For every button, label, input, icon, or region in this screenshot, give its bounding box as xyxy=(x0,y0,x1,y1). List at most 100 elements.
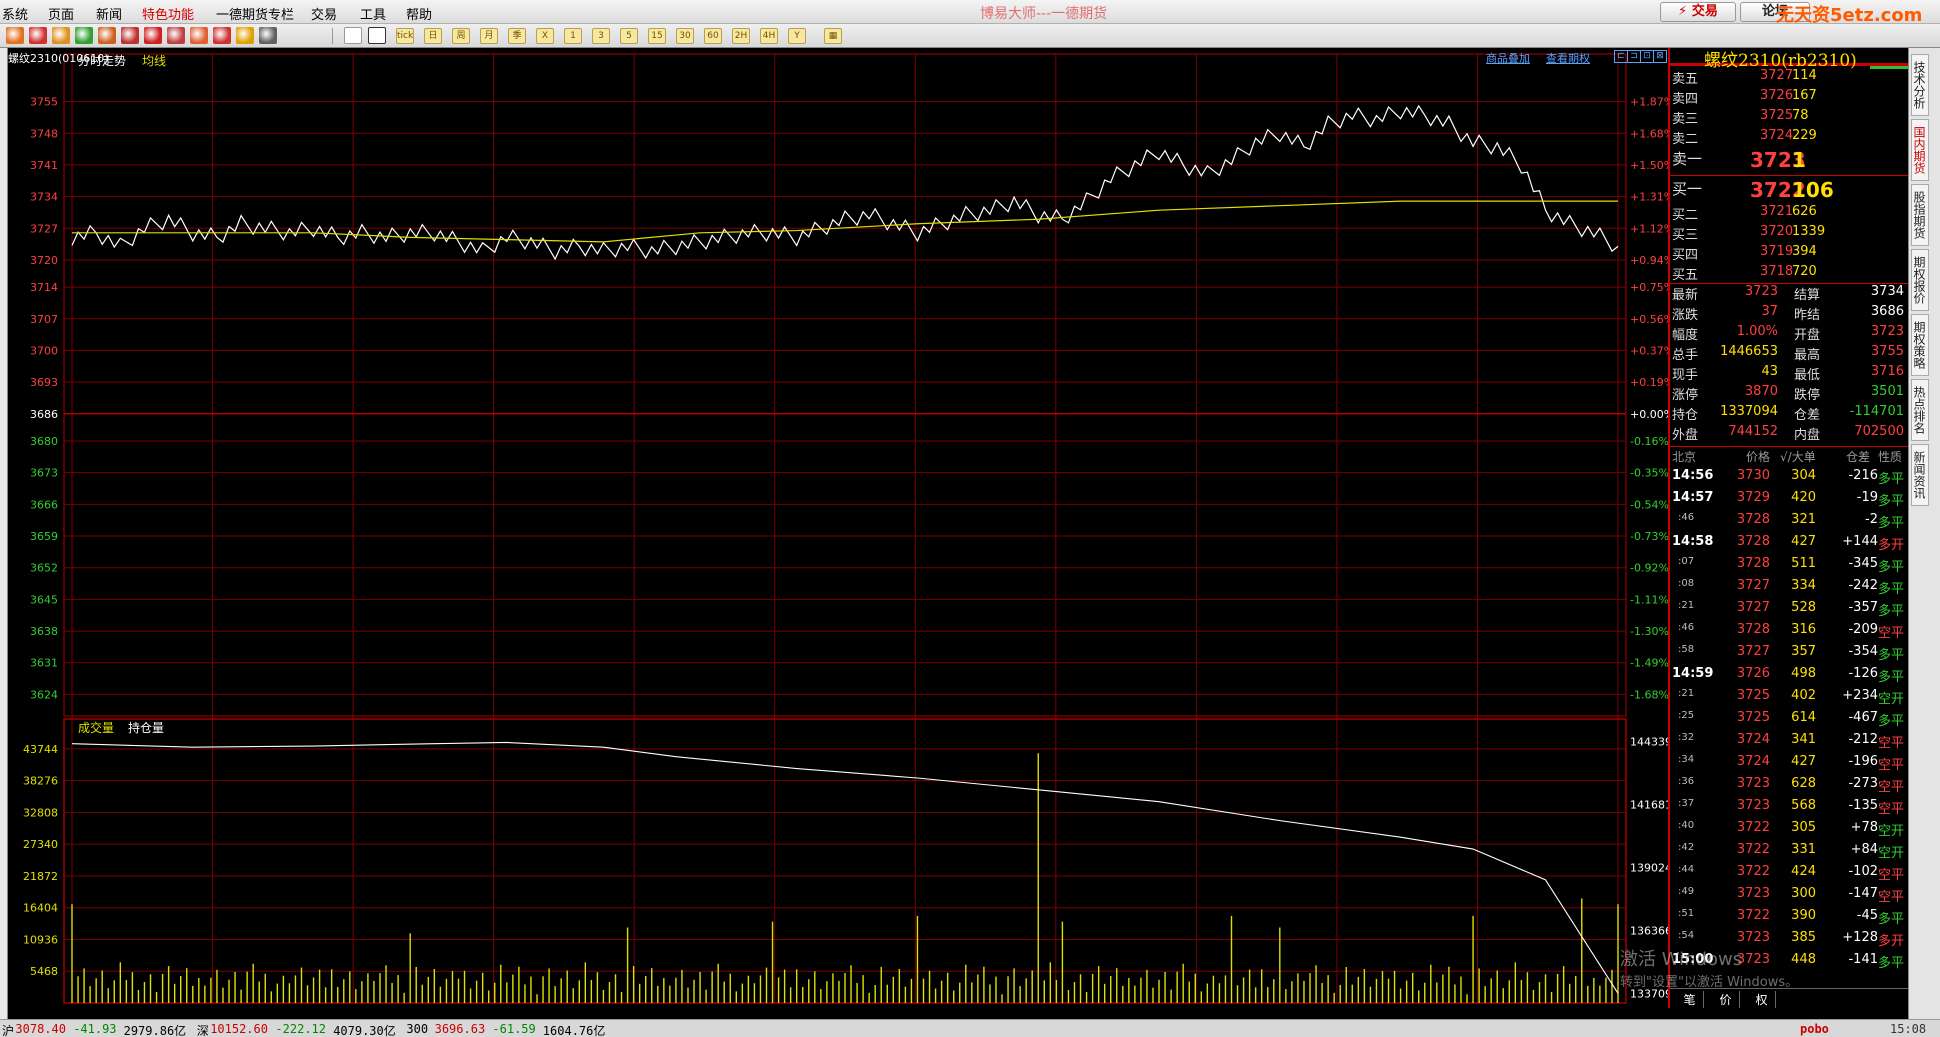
tick-type: 多平 xyxy=(1878,494,1905,509)
stat-label: 幅度 xyxy=(1672,328,1699,343)
stat-value: 37 xyxy=(1761,304,1778,319)
ask-volume: 167 xyxy=(1792,88,1817,103)
status-index-amount: 1604.76亿 xyxy=(542,1024,606,1037)
bid-price: 3719 xyxy=(1760,244,1794,259)
stat-label: 现手 xyxy=(1672,368,1699,383)
settings-icon[interactable] xyxy=(213,27,231,44)
right-tab-0[interactable]: 技术分析 xyxy=(1911,54,1929,116)
table-icon[interactable] xyxy=(344,27,362,44)
window-icon[interactable] xyxy=(121,27,139,44)
overlay-link[interactable]: 商品叠加 xyxy=(1486,50,1530,66)
tick-type: 多平 xyxy=(1878,560,1905,575)
menu-yide-column[interactable]: 一德期货专栏 xyxy=(216,4,294,23)
period-button-4[interactable]: 季 xyxy=(508,28,526,44)
right-tab-4[interactable]: 期权策略 xyxy=(1911,314,1929,376)
status-index-amount: 2979.86亿 xyxy=(123,1024,187,1037)
tick-volume: 357 xyxy=(1791,644,1816,659)
refresh-icon[interactable] xyxy=(52,27,70,44)
right-tab-1[interactable]: 国内期货 xyxy=(1911,119,1929,181)
tick-type: 空开 xyxy=(1878,824,1905,839)
chart-icon[interactable] xyxy=(368,27,386,44)
period-button-2[interactable]: 周 xyxy=(452,28,470,44)
right-tab-2[interactable]: 股指期货 xyxy=(1911,184,1929,246)
y-pct-label: +0.56% xyxy=(1630,313,1668,326)
zoom-in-icon[interactable]: ⊡ xyxy=(1640,50,1654,63)
right-tab-5[interactable]: 热点排名 xyxy=(1911,379,1929,441)
period-button-12[interactable]: 2H xyxy=(732,28,750,44)
scroll-left-icon[interactable]: ⊏ xyxy=(1614,50,1628,63)
draw-icon[interactable] xyxy=(167,27,185,44)
y-pct-label: +1.50% xyxy=(1630,159,1668,172)
stat-value: 3723 xyxy=(1744,284,1778,299)
stat-value: 3686 xyxy=(1870,304,1904,319)
tick-time: :46 xyxy=(1678,512,1695,523)
bid-price: 3718 xyxy=(1760,264,1794,279)
trade-button[interactable]: ⚡ 交易 xyxy=(1660,2,1736,22)
right-tab-strip: 技术分析国内期货股指期货期权报价期权策略热点排名新闻资讯 xyxy=(1908,48,1940,1026)
ask-price: 3724 xyxy=(1760,128,1794,143)
period-button-9[interactable]: 15 xyxy=(648,28,666,44)
tick-price: 3723 xyxy=(1736,886,1770,901)
pen-icon[interactable] xyxy=(144,27,162,44)
zoom-icon[interactable] xyxy=(98,27,116,44)
home-icon[interactable] xyxy=(6,27,24,44)
grid-icon[interactable] xyxy=(259,27,277,44)
tick-oi-change: -126 xyxy=(1848,666,1878,681)
menu-page[interactable]: 页面 xyxy=(48,4,74,23)
period-button-11[interactable]: 60 xyxy=(704,28,722,44)
tick-oi-change: -273 xyxy=(1848,776,1878,791)
x-tick-label: 22:30 xyxy=(478,1006,510,1008)
tick-type: 多平 xyxy=(1878,912,1905,927)
period-button-7[interactable]: 3 xyxy=(592,28,610,44)
menu-news[interactable]: 新闻 xyxy=(96,4,122,23)
search-icon[interactable] xyxy=(75,27,93,44)
menu-features[interactable]: 特色功能 xyxy=(142,4,194,23)
period-button-6[interactable]: 1 xyxy=(564,28,582,44)
tick-price: 3726 xyxy=(1736,666,1770,681)
ask-price: 3725 xyxy=(1760,108,1794,123)
y-pct-label: -0.73% xyxy=(1630,530,1668,543)
tick-price: 3728 xyxy=(1736,534,1770,549)
windows-activation-watermark: 激活 Windows 转到"设置"以激活 Windows。 xyxy=(1620,945,1798,990)
period-button-8[interactable]: 5 xyxy=(620,28,638,44)
menu-system[interactable]: 系统 xyxy=(2,4,28,23)
volume-tick-label: 21872 xyxy=(23,870,58,883)
menu-trade[interactable]: 交易 xyxy=(311,4,337,23)
status-bar: 沪 3078.40 -41.93 2979.86亿深 10152.60 -222.12 40… xyxy=(0,1019,1940,1037)
tick-volume: 614 xyxy=(1791,710,1816,725)
volume-tick-label: 16404 xyxy=(23,902,58,915)
zoom-out-icon[interactable]: ⊠ xyxy=(1653,50,1667,63)
right-tab-3[interactable]: 期权报价 xyxy=(1911,249,1929,311)
bid-volume: 626 xyxy=(1792,204,1817,219)
period-button-3[interactable]: 月 xyxy=(480,28,498,44)
x-tick-label: 21:30 xyxy=(197,1006,229,1008)
right-tab-6[interactable]: 新闻资讯 xyxy=(1911,444,1929,506)
period-button-5[interactable]: X xyxy=(536,28,554,44)
menu-help[interactable]: 帮助 xyxy=(406,4,432,23)
stat-value: 3723 xyxy=(1870,324,1904,339)
options-link[interactable]: 查看期权 xyxy=(1546,50,1590,66)
list-icon[interactable] xyxy=(236,27,254,44)
app-window: 系统 页面 新闻 特色功能 一德期货专栏 交易 工具 帮助 博易大师---一德期… xyxy=(0,0,1940,1037)
filter-icon[interactable] xyxy=(190,27,208,44)
quote-tab-1[interactable]: 价 xyxy=(1712,991,1740,1008)
y-pct-label: +0.75% xyxy=(1630,281,1668,294)
tick-volume: 528 xyxy=(1791,600,1816,615)
quote-tab-0[interactable]: 笔 xyxy=(1676,991,1704,1008)
tick-oi-change: -102 xyxy=(1848,864,1878,879)
period-button-14[interactable]: Y xyxy=(788,28,806,44)
period-button-10[interactable]: 30 xyxy=(676,28,694,44)
period-button-0[interactable]: tick xyxy=(396,28,414,44)
menu-tools[interactable]: 工具 xyxy=(360,4,386,23)
stat-label: 最低 xyxy=(1794,368,1821,383)
legend-avg: 均线 xyxy=(142,54,166,68)
news-icon[interactable] xyxy=(29,27,47,44)
quote-tab-2[interactable]: 权 xyxy=(1748,991,1776,1008)
scroll-right-icon[interactable]: ⊐ xyxy=(1627,50,1641,63)
tick-type: 多平 xyxy=(1878,648,1905,663)
tick-oi-change: -242 xyxy=(1848,578,1878,593)
period-button-13[interactable]: 4H xyxy=(760,28,778,44)
calendar-icon[interactable]: ▦ xyxy=(824,28,842,44)
y-tick-label: 3686 xyxy=(30,408,58,421)
period-button-1[interactable]: 日 xyxy=(424,28,442,44)
